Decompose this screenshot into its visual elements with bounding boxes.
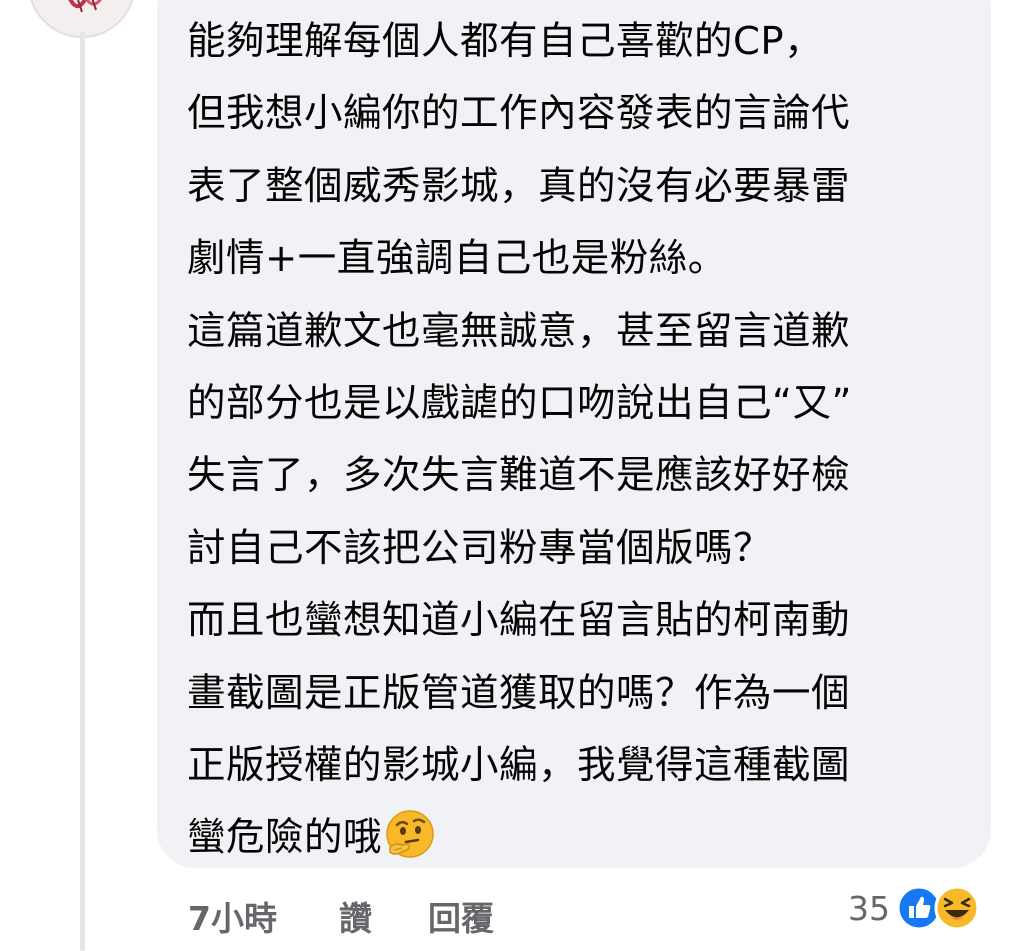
comment-line: 表了整個威秀影城，真的沒有必要暴雷 xyxy=(187,163,851,209)
comment-line: 而且也蠻想知道小編在留言貼的柯南動 xyxy=(187,598,851,644)
comment-line: 正版授權的影城小編，我覺得這種截圖 xyxy=(187,743,851,789)
thinking-face-emoji-icon xyxy=(386,810,434,859)
avatar-image-icon xyxy=(68,0,102,13)
comment-timestamp[interactable]: 7小時 xyxy=(188,892,277,940)
comment-actions: 7小時 讚 回覆 xyxy=(188,888,494,944)
comment-view: 能夠理解每個人都有自己喜歡的CP， 但我想小編你的工作內容發表的言論代 表了整個… xyxy=(0,0,1024,951)
comment-line-text: 蠻危險的哦 xyxy=(187,815,383,861)
comment-body: 能夠理解每個人都有自己喜歡的CP， 但我想小編你的工作內容發表的言論代 表了整個… xyxy=(187,6,967,875)
comment-bubble[interactable]: 能夠理解每個人都有自己喜歡的CP， 但我想小編你的工作內容發表的言論代 表了整個… xyxy=(157,0,991,868)
haha-reaction-icon xyxy=(934,885,980,931)
reaction-summary[interactable]: 35 xyxy=(848,880,980,936)
reply-thread-line xyxy=(80,32,85,951)
comment-line: 劇情+一直強調自己也是粉絲。 xyxy=(187,236,727,282)
comment-line: 失言了，多次失言難道不是應該好好檢 xyxy=(187,453,851,499)
comment-line: 能夠理解每個人都有自己喜歡的CP， xyxy=(187,19,824,64)
comment-line: 但我想小編你的工作內容發表的言論代 xyxy=(187,91,851,137)
comment-line: 畫截圖是正版管道獲取的嗎？作為一個 xyxy=(187,670,851,716)
reaction-count: 35 xyxy=(848,888,890,928)
comment-line: 的部分也是以戲謔的口吻說出自己“又” xyxy=(187,381,852,427)
reply-button[interactable]: 回覆 xyxy=(428,892,494,940)
comment-line: 這篇道歉文也毫無誠意，甚至留言道歉 xyxy=(187,308,851,354)
comment-line: 討自己不該把公司粉專當個版嗎？ xyxy=(187,525,773,571)
comment-last-line: 蠻危險的哦 xyxy=(187,802,967,874)
like-button[interactable]: 讚 xyxy=(339,892,372,940)
